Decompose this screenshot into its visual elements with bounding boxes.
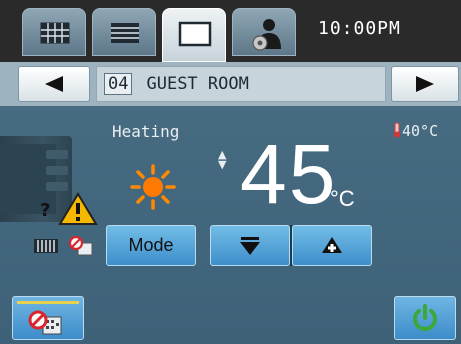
down-triangle-icon (240, 236, 260, 255)
outdoor-temperature-value: 40°C (402, 122, 439, 140)
left-arrow-icon (45, 76, 63, 92)
user-gear-icon (252, 19, 281, 51)
outdoor-temperature: 40°C (392, 122, 438, 140)
svg-text:?: ? (40, 200, 50, 220)
sun-icon (130, 164, 176, 210)
temperature-unit: °C (330, 186, 355, 211)
status-bar (17, 301, 79, 304)
prohibit-settings-button[interactable] (12, 296, 84, 340)
temperature-down-button[interactable] (210, 225, 290, 266)
schedule-prohibit-icon (68, 236, 93, 256)
tab-user-settings[interactable] (232, 8, 296, 56)
power-button[interactable] (394, 296, 456, 340)
tab-list-view[interactable] (92, 8, 156, 56)
thermometer-icon (394, 122, 400, 138)
filter-icon (34, 239, 58, 253)
list-icon (111, 23, 139, 43)
tab-grid-view[interactable] (22, 8, 86, 56)
next-room-button[interactable] (391, 66, 459, 102)
operation-mode-label: Heating (112, 122, 180, 141)
previous-room-button[interactable] (18, 66, 90, 102)
room-field: 04 GUEST ROOM (96, 66, 386, 102)
thermostat-screen: 10:00PM 04 GUEST ROOM ? Heating 40°C ▲ ▼… (0, 0, 461, 344)
top-tab-bar: 10:00PM (0, 0, 461, 62)
mode-button[interactable]: Mode (106, 225, 196, 266)
temperature-up-button[interactable] (292, 225, 372, 266)
clock-time: 10:00PM (318, 18, 401, 39)
warning-icon[interactable] (58, 192, 98, 226)
error-code-icon: ? (40, 200, 50, 220)
right-arrow-icon (416, 76, 434, 92)
prohibit-icon (28, 310, 62, 335)
tab-single-view[interactable] (162, 8, 226, 62)
setpoint-adjust-indicator: ▲ ▼ (218, 148, 227, 171)
power-icon (413, 304, 437, 331)
grid-icon (40, 22, 70, 44)
square-icon (178, 21, 212, 47)
room-number: 04 (104, 73, 133, 95)
up-triangle-icon (322, 236, 342, 253)
setpoint-temperature: 45 (240, 127, 338, 221)
room-name: GUEST ROOM (146, 74, 249, 94)
